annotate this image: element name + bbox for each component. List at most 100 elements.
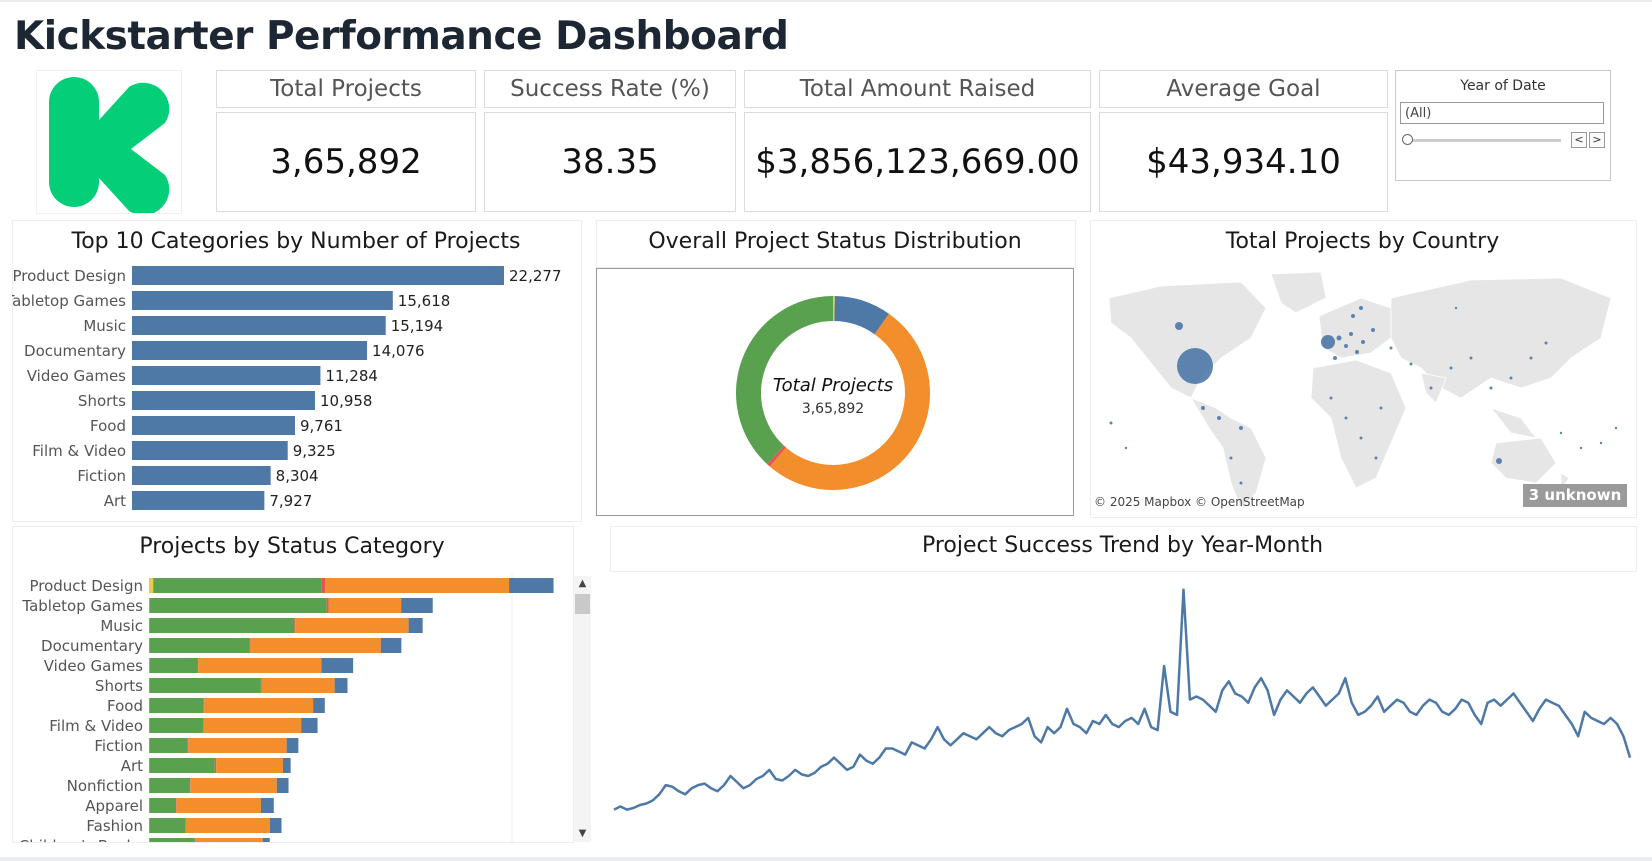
stacked-segment[interactable] <box>149 598 327 613</box>
stacked-segment[interactable] <box>408 618 423 633</box>
stacked-segment[interactable] <box>149 798 177 813</box>
stacked-segment[interactable] <box>260 678 262 693</box>
stacked-segment[interactable] <box>214 758 217 773</box>
year-prev-button[interactable]: < <box>1571 132 1587 148</box>
bar-value-label: 14,076 <box>372 342 425 360</box>
status-category-scrollbar[interactable]: ▲ ▼ <box>574 576 591 842</box>
stacked-segment[interactable] <box>190 778 277 793</box>
category-bar[interactable] <box>132 491 265 510</box>
category-label: Shorts <box>78 392 126 410</box>
kickstarter-logo <box>36 70 182 216</box>
year-slider-track[interactable] <box>1406 139 1561 142</box>
scroll-thumb[interactable] <box>575 594 590 614</box>
stacked-segment[interactable] <box>149 838 195 842</box>
stacked-segment[interactable] <box>185 818 270 833</box>
stacked-segment[interactable] <box>509 578 554 593</box>
trend-line[interactable] <box>613 588 1632 811</box>
top-categories-chart: Product Design 22,277 Tabletop Games 15,618… <box>12 266 562 510</box>
category-bar[interactable] <box>132 341 368 360</box>
stacked-segment[interactable] <box>195 838 263 842</box>
stacked-segment[interactable] <box>149 718 204 733</box>
stacked-segment[interactable] <box>149 698 204 713</box>
stacked-segment[interactable] <box>326 598 329 613</box>
category-label: Music <box>83 317 126 335</box>
category-bar[interactable] <box>132 416 295 435</box>
stacked-segment[interactable] <box>216 758 283 773</box>
stacked-segment[interactable] <box>149 778 191 793</box>
stacked-segment[interactable] <box>149 738 188 753</box>
stacked-segment[interactable] <box>250 638 381 653</box>
kpi-label-total-raised: Total Amount Raised <box>744 70 1091 108</box>
scroll-down-icon[interactable]: ▼ <box>574 826 591 842</box>
year-filter-title: Year of Date <box>1460 78 1546 94</box>
stacked-segment[interactable] <box>269 818 282 833</box>
kpi-value-total-raised: $3,856,123,669.00 <box>744 112 1091 212</box>
stacked-segment[interactable] <box>301 718 318 733</box>
stacked-segment[interactable] <box>282 758 291 773</box>
category-bar[interactable] <box>132 391 315 410</box>
stacked-segment[interactable] <box>149 618 295 633</box>
category-bar[interactable] <box>132 266 504 285</box>
stacked-segment[interactable] <box>260 798 274 813</box>
bar-value-label: 8,304 <box>276 467 319 485</box>
stacked-segment[interactable] <box>261 678 335 693</box>
bar-value-label: 9,325 <box>293 442 336 460</box>
donut-center-label: Total Projects <box>773 375 893 396</box>
stacked-segment[interactable] <box>149 818 186 833</box>
stacked-segment[interactable] <box>176 798 261 813</box>
category-bar[interactable] <box>132 366 321 385</box>
stacked-segment[interactable] <box>313 698 325 713</box>
status-category-label: Fashion <box>86 817 143 835</box>
stacked-segment[interactable] <box>294 618 296 633</box>
kpi-value-total-projects: 3,65,892 <box>216 112 476 212</box>
stacked-segment[interactable] <box>149 638 250 653</box>
status-category-title: Projects by Status Category <box>139 534 445 559</box>
scroll-up-icon[interactable]: ▲ <box>574 576 591 592</box>
year-slider-handle[interactable] <box>1402 134 1413 145</box>
bar-value-label: 11,284 <box>325 367 378 385</box>
stacked-segment[interactable] <box>321 658 354 673</box>
stacked-segment[interactable] <box>286 738 299 753</box>
stacked-segment[interactable] <box>153 578 322 593</box>
stacked-segment[interactable] <box>203 718 302 733</box>
category-label: Video Games <box>27 367 126 385</box>
map-unknown-badge[interactable]: 3 unknown <box>1523 484 1627 507</box>
stacked-segment[interactable] <box>149 678 261 693</box>
status-category-label: Fiction <box>94 737 143 755</box>
kpi-value-success-rate: 38.35 <box>484 112 736 212</box>
stacked-segment[interactable] <box>276 778 289 793</box>
category-label: Art <box>104 492 126 510</box>
bar-value-label: 22,277 <box>509 267 562 285</box>
status-category-label: Children's Books <box>19 837 143 842</box>
category-bar[interactable] <box>132 441 288 460</box>
donut-center-value: 3,65,892 <box>802 401 864 417</box>
stacked-segment[interactable] <box>295 618 409 633</box>
stacked-segment[interactable] <box>328 598 402 613</box>
stacked-segment[interactable] <box>198 658 322 673</box>
stacked-segment[interactable] <box>204 698 314 713</box>
status-category-label: Video Games <box>44 657 143 675</box>
stacked-segment[interactable] <box>149 658 198 673</box>
stacked-segment[interactable] <box>325 578 510 593</box>
stacked-segment[interactable] <box>149 578 154 593</box>
stacked-segment[interactable] <box>149 758 215 773</box>
world-map[interactable] <box>1091 268 1636 514</box>
category-label: Fiction <box>77 467 126 485</box>
status-category-label: Tabletop Games <box>21 597 143 615</box>
stacked-segment[interactable] <box>197 658 199 673</box>
year-next-button[interactable]: > <box>1589 132 1605 148</box>
category-bar[interactable] <box>132 466 271 485</box>
stacked-segment[interactable] <box>262 838 270 842</box>
category-label: Film & Video <box>32 442 126 460</box>
year-filter-select[interactable]: (All) <box>1400 102 1604 124</box>
category-label: Tabletop Games <box>12 292 126 310</box>
bar-value-label: 10,958 <box>320 392 373 410</box>
stacked-segment[interactable] <box>334 678 348 693</box>
bar-value-label: 15,194 <box>391 317 444 335</box>
category-bar[interactable] <box>132 291 393 310</box>
stacked-segment[interactable] <box>188 738 287 753</box>
stacked-segment[interactable] <box>401 598 433 613</box>
stacked-segment[interactable] <box>321 578 326 593</box>
category-bar[interactable] <box>132 316 386 335</box>
stacked-segment[interactable] <box>380 638 402 653</box>
